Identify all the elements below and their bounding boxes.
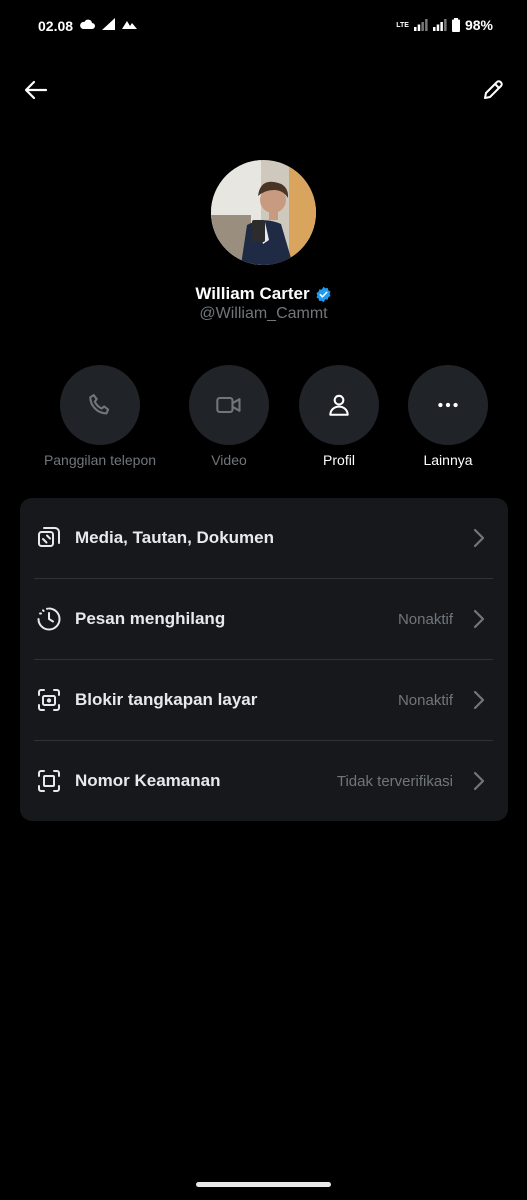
signal-icon-2	[432, 19, 447, 31]
battery-percent: 98%	[464, 17, 493, 33]
disappearing-value: Nonaktif	[397, 610, 453, 628]
person-icon	[329, 394, 349, 416]
avatar-photo	[211, 160, 316, 265]
video-icon	[216, 396, 241, 414]
phone-icon	[89, 394, 110, 415]
back-button[interactable]	[20, 76, 52, 104]
action-buttons: Panggilan telepon Video Profil Lainnya	[0, 365, 527, 475]
pencil-icon	[484, 80, 503, 99]
arrow-left-icon	[24, 80, 48, 100]
security-number-value: Tidak terverifikasi	[336, 772, 453, 790]
verified-badge-icon	[316, 286, 331, 302]
settings-card: Media, Tautan, Dokumen Pesan menghilang …	[20, 498, 508, 821]
call-label: Panggilan telepon	[43, 452, 157, 468]
chevron-right-icon	[473, 690, 485, 710]
network-type: LTE	[396, 21, 409, 29]
security-number-icon	[36, 768, 62, 794]
block-screenshots-value: Nonaktif	[397, 691, 453, 709]
profile-button-circle[interactable]	[299, 365, 379, 445]
media-label: Media, Tautan, Dokumen	[75, 528, 274, 547]
more-button-circle[interactable]	[408, 365, 488, 445]
timer-icon	[36, 606, 62, 632]
profile-label: Profil	[323, 452, 355, 468]
profile-handle: @William_Cammt	[199, 305, 328, 322]
cloud-icon	[80, 19, 95, 29]
chevron-right-icon	[473, 609, 485, 629]
profile-name-row: William Carter	[0, 284, 527, 304]
battery-icon	[451, 18, 460, 32]
media-links-docs-row[interactable]: Media, Tautan, Dokumen	[20, 498, 508, 578]
status-time: 02.08	[38, 18, 74, 34]
call-button[interactable]: Panggilan telepon	[35, 365, 165, 468]
call-button-circle[interactable]	[60, 365, 140, 445]
mountain-icon	[122, 21, 137, 29]
home-indicator[interactable]	[196, 1182, 331, 1187]
notification-icons	[80, 17, 137, 31]
signal-activity-icon	[102, 18, 115, 30]
more-label: Lainnya	[423, 452, 473, 468]
chevron-right-icon	[473, 771, 485, 791]
profile-name: William Carter	[195, 284, 310, 303]
block-screenshots-row[interactable]: Blokir tangkapan layar Nonaktif	[20, 660, 508, 740]
block-screenshots-label: Blokir tangkapan layar	[75, 690, 258, 709]
disappearing-label: Pesan menghilang	[75, 609, 226, 628]
security-number-label: Nomor Keamanan	[75, 771, 221, 790]
security-number-row[interactable]: Nomor Keamanan Tidak terverifikasi	[20, 741, 508, 821]
edit-button[interactable]	[477, 74, 509, 106]
avatar[interactable]	[211, 160, 316, 265]
more-icon	[438, 402, 458, 408]
signal-icon	[413, 19, 428, 31]
status-bar: 02.08 LTE 98%	[0, 0, 527, 52]
video-button-circle[interactable]	[189, 365, 269, 445]
video-label: Video	[211, 452, 247, 468]
chevron-right-icon	[473, 528, 485, 548]
more-button[interactable]: Lainnya	[383, 365, 513, 468]
media-icon	[36, 525, 62, 551]
disappearing-messages-row[interactable]: Pesan menghilang Nonaktif	[20, 579, 508, 659]
screenshot-icon	[36, 687, 62, 713]
